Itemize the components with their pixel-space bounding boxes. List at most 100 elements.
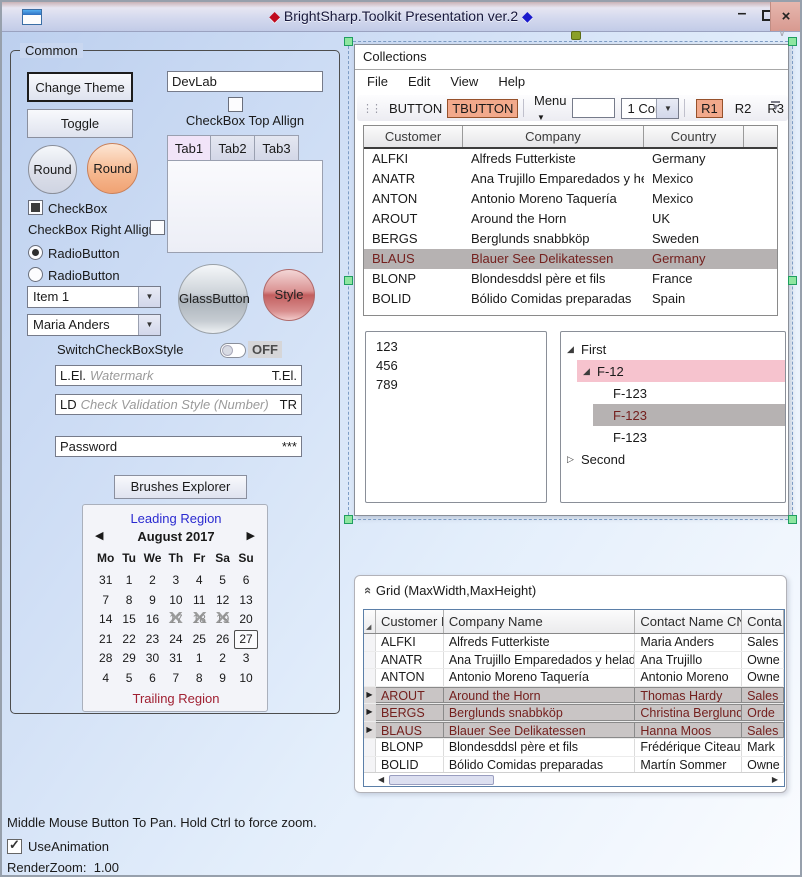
- column-header[interactable]: Contact Name CN: [635, 610, 742, 633]
- select-all-button[interactable]: ◢: [364, 610, 376, 633]
- calendar-day[interactable]: 20: [234, 610, 257, 630]
- calendar-day[interactable]: 13: [234, 591, 257, 611]
- scroll-right-icon[interactable]: ▶: [772, 775, 778, 784]
- row-header-marker-icon[interactable]: ▶: [364, 687, 376, 704]
- row-header[interactable]: [364, 739, 376, 756]
- tree-item[interactable]: ◢F-12: [577, 360, 785, 382]
- switch-checkbox[interactable]: [220, 343, 246, 358]
- calendar-day[interactable]: 6: [141, 669, 164, 689]
- column-header[interactable]: Customer: [364, 126, 463, 147]
- checkbox[interactable]: [28, 200, 43, 215]
- calendar-day[interactable]: 28: [94, 649, 117, 669]
- tree-expanded-icon[interactable]: ◢: [583, 366, 597, 377]
- table-row[interactable]: BLAUSBlauer See DelikatessenGermany: [364, 249, 777, 269]
- tree-collapsed-icon[interactable]: ▷: [567, 454, 581, 465]
- watermark-textbox[interactable]: L.El. Watermark T.El.: [55, 365, 302, 386]
- toolbar-radio-r2[interactable]: R2: [731, 100, 756, 117]
- row-header-marker-icon[interactable]: ▶: [364, 722, 376, 739]
- top-align-checkbox[interactable]: [228, 97, 243, 112]
- change-theme-button[interactable]: Change Theme: [27, 72, 133, 102]
- toolbar-radio-r1[interactable]: R1: [696, 99, 723, 118]
- calendar-day[interactable]: 8: [117, 591, 140, 611]
- calendar-day[interactable]: 26: [211, 630, 234, 650]
- calendar-day[interactable]: 30: [141, 649, 164, 669]
- tab-tab1[interactable]: Tab1: [167, 135, 211, 161]
- adorner-rotate-handle[interactable]: [571, 31, 581, 40]
- table-row[interactable]: ▶AROUTAround the HornThomas HardySales: [364, 687, 784, 705]
- table-row[interactable]: BERGSBerglunds snabbköpSweden: [364, 229, 777, 249]
- table-row[interactable]: BOLIDBólido Comidas preparadasSpain: [364, 289, 777, 309]
- tree-item[interactable]: F-123: [561, 426, 785, 448]
- calendar-day[interactable]: 19X: [211, 610, 234, 630]
- calendar-day[interactable]: 22: [117, 630, 140, 650]
- row-header-marker-icon[interactable]: ▶: [364, 704, 376, 721]
- calendar-day[interactable]: 29: [117, 649, 140, 669]
- column-header[interactable]: Customer ID: [376, 610, 444, 633]
- adorner-handle-right[interactable]: [788, 276, 797, 285]
- table-row[interactable]: ALFKIAlfreds FutterkisteGermany: [364, 149, 777, 169]
- toolbar-combobox[interactable]: 1 Com ▼: [621, 98, 679, 119]
- calendar-day[interactable]: 31: [94, 571, 117, 591]
- radio-button-1[interactable]: [28, 245, 43, 260]
- tree-item[interactable]: F-123: [561, 382, 785, 404]
- table-row[interactable]: BLONPBlondesddsl père et filsFrance: [364, 269, 777, 289]
- customer-combobox[interactable]: Maria Anders ▼: [27, 314, 161, 336]
- table-row[interactable]: ANTONAntonio Moreno TaqueríaAntonio More…: [364, 669, 784, 687]
- calendar-day[interactable]: 27: [234, 630, 257, 650]
- calendar-day[interactable]: 8: [188, 669, 211, 689]
- table-row[interactable]: ALFKIAlfreds FutterkisteMaria AndersSale…: [364, 634, 784, 652]
- menu-item-edit[interactable]: Edit: [398, 70, 440, 93]
- list-item[interactable]: 123: [366, 337, 546, 356]
- tab-tab3[interactable]: Tab3: [255, 135, 299, 161]
- table-row[interactable]: ANTONAntonio Moreno TaqueríaMexico: [364, 189, 777, 209]
- round-button-orange[interactable]: Round: [87, 143, 138, 194]
- adorner-handle-left[interactable]: [344, 276, 353, 285]
- menu-item-file[interactable]: File: [357, 70, 398, 93]
- calendar-day[interactable]: 2: [211, 649, 234, 669]
- menu-item-view[interactable]: View: [440, 70, 488, 93]
- table-row[interactable]: ANATRAna Trujillo Emparedados y heladosA…: [364, 652, 784, 670]
- brushes-explorer-button[interactable]: Brushes Explorer: [114, 475, 247, 499]
- collapse-icon[interactable]: «: [361, 587, 376, 594]
- row-header[interactable]: [364, 669, 376, 686]
- style-glass-button[interactable]: Style: [263, 269, 315, 321]
- scroll-left-icon[interactable]: ◀: [378, 775, 384, 784]
- expander-header[interactable]: « Grid (MaxWidth,MaxHeight): [355, 576, 786, 606]
- calendar-day[interactable]: 25: [188, 630, 211, 650]
- row-header[interactable]: [364, 757, 376, 774]
- calendar-month-header[interactable]: August 2017: [83, 529, 269, 544]
- table-row[interactable]: AROUTAround the HornUK: [364, 209, 777, 229]
- column-header[interactable]: Country: [644, 126, 744, 147]
- calendar-day[interactable]: 11: [188, 591, 211, 611]
- item-combobox[interactable]: Item 1 ▼: [27, 286, 161, 308]
- minimize-button[interactable]: –: [730, 4, 754, 28]
- chevron-down-icon[interactable]: ▼: [138, 315, 160, 335]
- column-header[interactable]: Company: [463, 126, 644, 147]
- tab-tab2[interactable]: Tab2: [211, 135, 255, 161]
- calendar-day[interactable]: 7: [94, 591, 117, 611]
- calendar-day[interactable]: 1: [188, 649, 211, 669]
- adorner-handle-top-right[interactable]: [788, 37, 797, 46]
- tree-item[interactable]: ▷Second: [561, 448, 785, 470]
- calendar-day[interactable]: 5: [211, 571, 234, 591]
- devlab-textbox[interactable]: DevLab: [167, 71, 323, 92]
- password-box[interactable]: Password ***: [55, 436, 302, 457]
- calendar-day[interactable]: 4: [94, 669, 117, 689]
- collections-title[interactable]: Collections: [355, 45, 788, 70]
- toolbar-textbox[interactable]: [572, 98, 616, 118]
- calendar-day[interactable]: 9: [211, 669, 234, 689]
- round-button-gray[interactable]: Round: [28, 145, 77, 194]
- toolbar-toggle-button[interactable]: TBUTTON: [447, 99, 518, 118]
- calendar-day[interactable]: 24: [164, 630, 187, 650]
- calendar-day[interactable]: 4: [188, 571, 211, 591]
- validation-textbox[interactable]: LD Check Validation Style (Number) TR: [55, 394, 302, 415]
- row-header[interactable]: [364, 634, 376, 651]
- menu-item-help[interactable]: Help: [488, 70, 535, 93]
- toolbar-menu-button[interactable]: Menu ▼: [529, 91, 572, 125]
- tree-expanded-icon[interactable]: ◢: [567, 344, 581, 355]
- tree-item[interactable]: F-123: [593, 404, 785, 426]
- table-row[interactable]: ▶BLAUSBlauer See DelikatessenHanna MoosS…: [364, 722, 784, 740]
- toolbar-button[interactable]: BUTTON: [384, 99, 447, 118]
- table-row[interactable]: ANATRAna Trujillo Emparedados y helaMexi…: [364, 169, 777, 189]
- adorner-handle-bottom-right[interactable]: [788, 515, 797, 524]
